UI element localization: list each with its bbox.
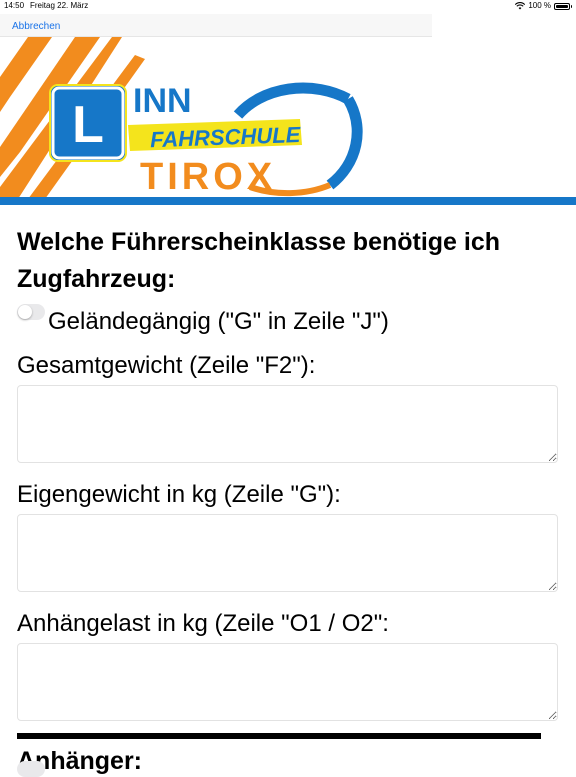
question-heading: Welche Führerscheinklasse benötige ich (17, 228, 501, 256)
section-divider (17, 733, 541, 739)
wifi-icon (515, 2, 526, 10)
banner-divider (0, 197, 576, 205)
banner-logo: L INN FAHRSCHULE TIROX (0, 37, 576, 199)
logo-letter: L (72, 96, 104, 154)
trailer-load-input[interactable] (17, 643, 558, 721)
own-weight-label: Eigengewicht in kg (Zeile "G"): (17, 481, 341, 508)
trailer-toggle[interactable] (17, 761, 45, 777)
logo-arc-blue (233, 82, 351, 119)
offroad-toggle-label: Geländegängig ("G" in Zeile "J") (48, 308, 389, 335)
fahrschule-logo: L INN FAHRSCHULE TIROX (0, 37, 363, 199)
l-sign-icon: L (49, 84, 127, 162)
form-content: Welche Führerscheinklasse benötige ich Z… (17, 224, 562, 777)
cancel-button[interactable]: Abbrechen (12, 21, 60, 32)
battery-icon (554, 2, 572, 10)
logo-inn: INN (133, 82, 192, 120)
offroad-toggle[interactable] (17, 304, 45, 320)
navigation-bar: Abbrechen (0, 14, 432, 37)
own-weight-input[interactable] (17, 514, 558, 592)
offroad-toggle-row: Geländegängig ("G" in Zeile "J") (17, 298, 562, 335)
status-right: 100 % (515, 0, 572, 12)
logo-fahrschule: FAHRSCHULE (150, 122, 302, 152)
logo-tirox: TIROX (140, 156, 276, 198)
section-trailer: Anhänger: (17, 747, 142, 775)
battery-percent: 100 % (528, 1, 551, 10)
section-vehicle: Zugfahrzeug: (17, 265, 176, 293)
status-date: Freitag 22. März (30, 1, 89, 10)
toggle-knob (18, 305, 32, 319)
total-weight-label: Gesamtgewicht (Zeile "F2"): (17, 352, 316, 379)
status-bar: 14:50 Freitag 22. März 100 % (0, 0, 576, 12)
total-weight-input[interactable] (17, 385, 558, 463)
status-time: 14:50 (4, 1, 25, 10)
trailer-load-label: Anhängelast in kg (Zeile "O1 / O2": (17, 610, 389, 637)
